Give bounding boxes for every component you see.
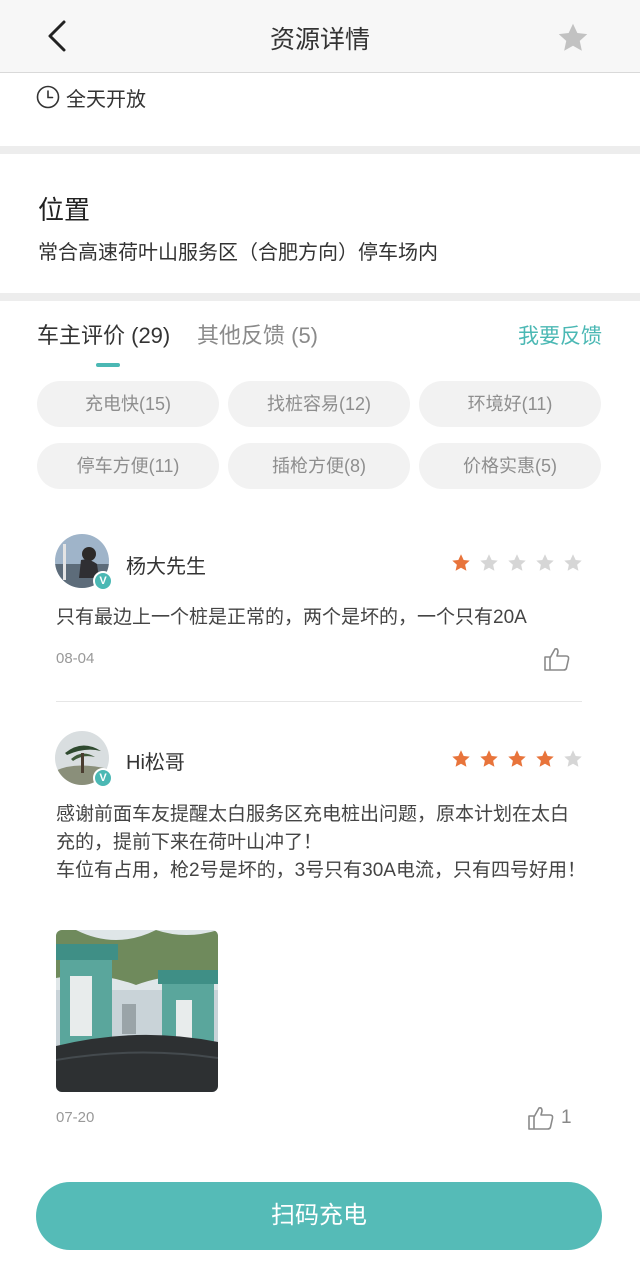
review-tag[interactable]: 环境好(11) [419,381,601,427]
opening-hours-text: 全天开放 [66,88,146,111]
review-tag[interactable]: 插枪方便(8) [228,443,410,489]
star-icon [564,554,582,571]
rating-stars [450,748,590,770]
like-button[interactable]: 1 [527,1105,572,1131]
page-title: 资源详情 [269,26,370,54]
review-tag[interactable]: 找桩容易(12) [228,381,410,427]
tab-owner-reviews[interactable]: 车主评价 (29) [37,318,170,350]
nav-bar: 资源详情 [0,0,640,73]
review-photo[interactable] [56,930,218,1092]
star-icon [452,554,470,571]
review-text: 只有最边上一个桩是正常的，两个是坏的，一个只有20A [56,607,527,628]
star-icon [452,750,470,767]
verified-badge: V [93,571,113,591]
review-text: 感谢前面车友提醒太白服务区充电桩出问题，原本计划在太白充的，提前下来在荷叶山冲了… [56,804,570,853]
like-button[interactable] [543,646,577,672]
like-count: 1 [561,1107,572,1128]
review-divider [56,701,582,702]
favorite-button[interactable] [555,20,595,56]
section-divider [0,146,640,154]
review-tag[interactable]: 停车方便(11) [37,443,219,489]
star-icon [536,750,554,767]
star-icon [564,750,582,767]
scan-to-charge-button[interactable]: 扫码充电 [36,1182,602,1250]
star-icon [480,554,498,571]
star-icon [508,554,526,571]
review-date: 07-20 [56,1109,95,1126]
star-icon [508,750,526,767]
review-text: 车位有占用，枪2号是坏的，3号只有30A电流，只有四号好用！ [56,860,586,881]
star-icon [558,23,588,51]
reviewer-name: Hi松哥 [126,752,185,774]
thumbs-up-icon [528,1107,554,1130]
clock-icon [36,85,60,109]
star-icon [536,554,554,571]
star-icon [480,750,498,767]
tab-other-feedback[interactable]: 其他反馈 (5) [197,318,318,350]
review-tag[interactable]: 充电快(15) [37,381,219,427]
opening-hours: 全天开放 [36,82,146,112]
location-title: 位置 [38,195,91,225]
give-feedback-link[interactable]: 我要反馈 [518,320,602,350]
review-date: 08-04 [56,650,95,667]
thumbs-up-icon [544,648,570,671]
rating-stars [450,552,590,574]
reviewer-name: 杨大先生 [126,556,206,578]
location-address: 常合高速荷叶山服务区（合肥方向）停车场内 [38,242,438,264]
verified-badge: V [93,768,113,788]
section-divider [0,293,640,301]
active-tab-indicator [96,363,120,367]
review-tag[interactable]: 价格实惠(5) [419,443,601,489]
